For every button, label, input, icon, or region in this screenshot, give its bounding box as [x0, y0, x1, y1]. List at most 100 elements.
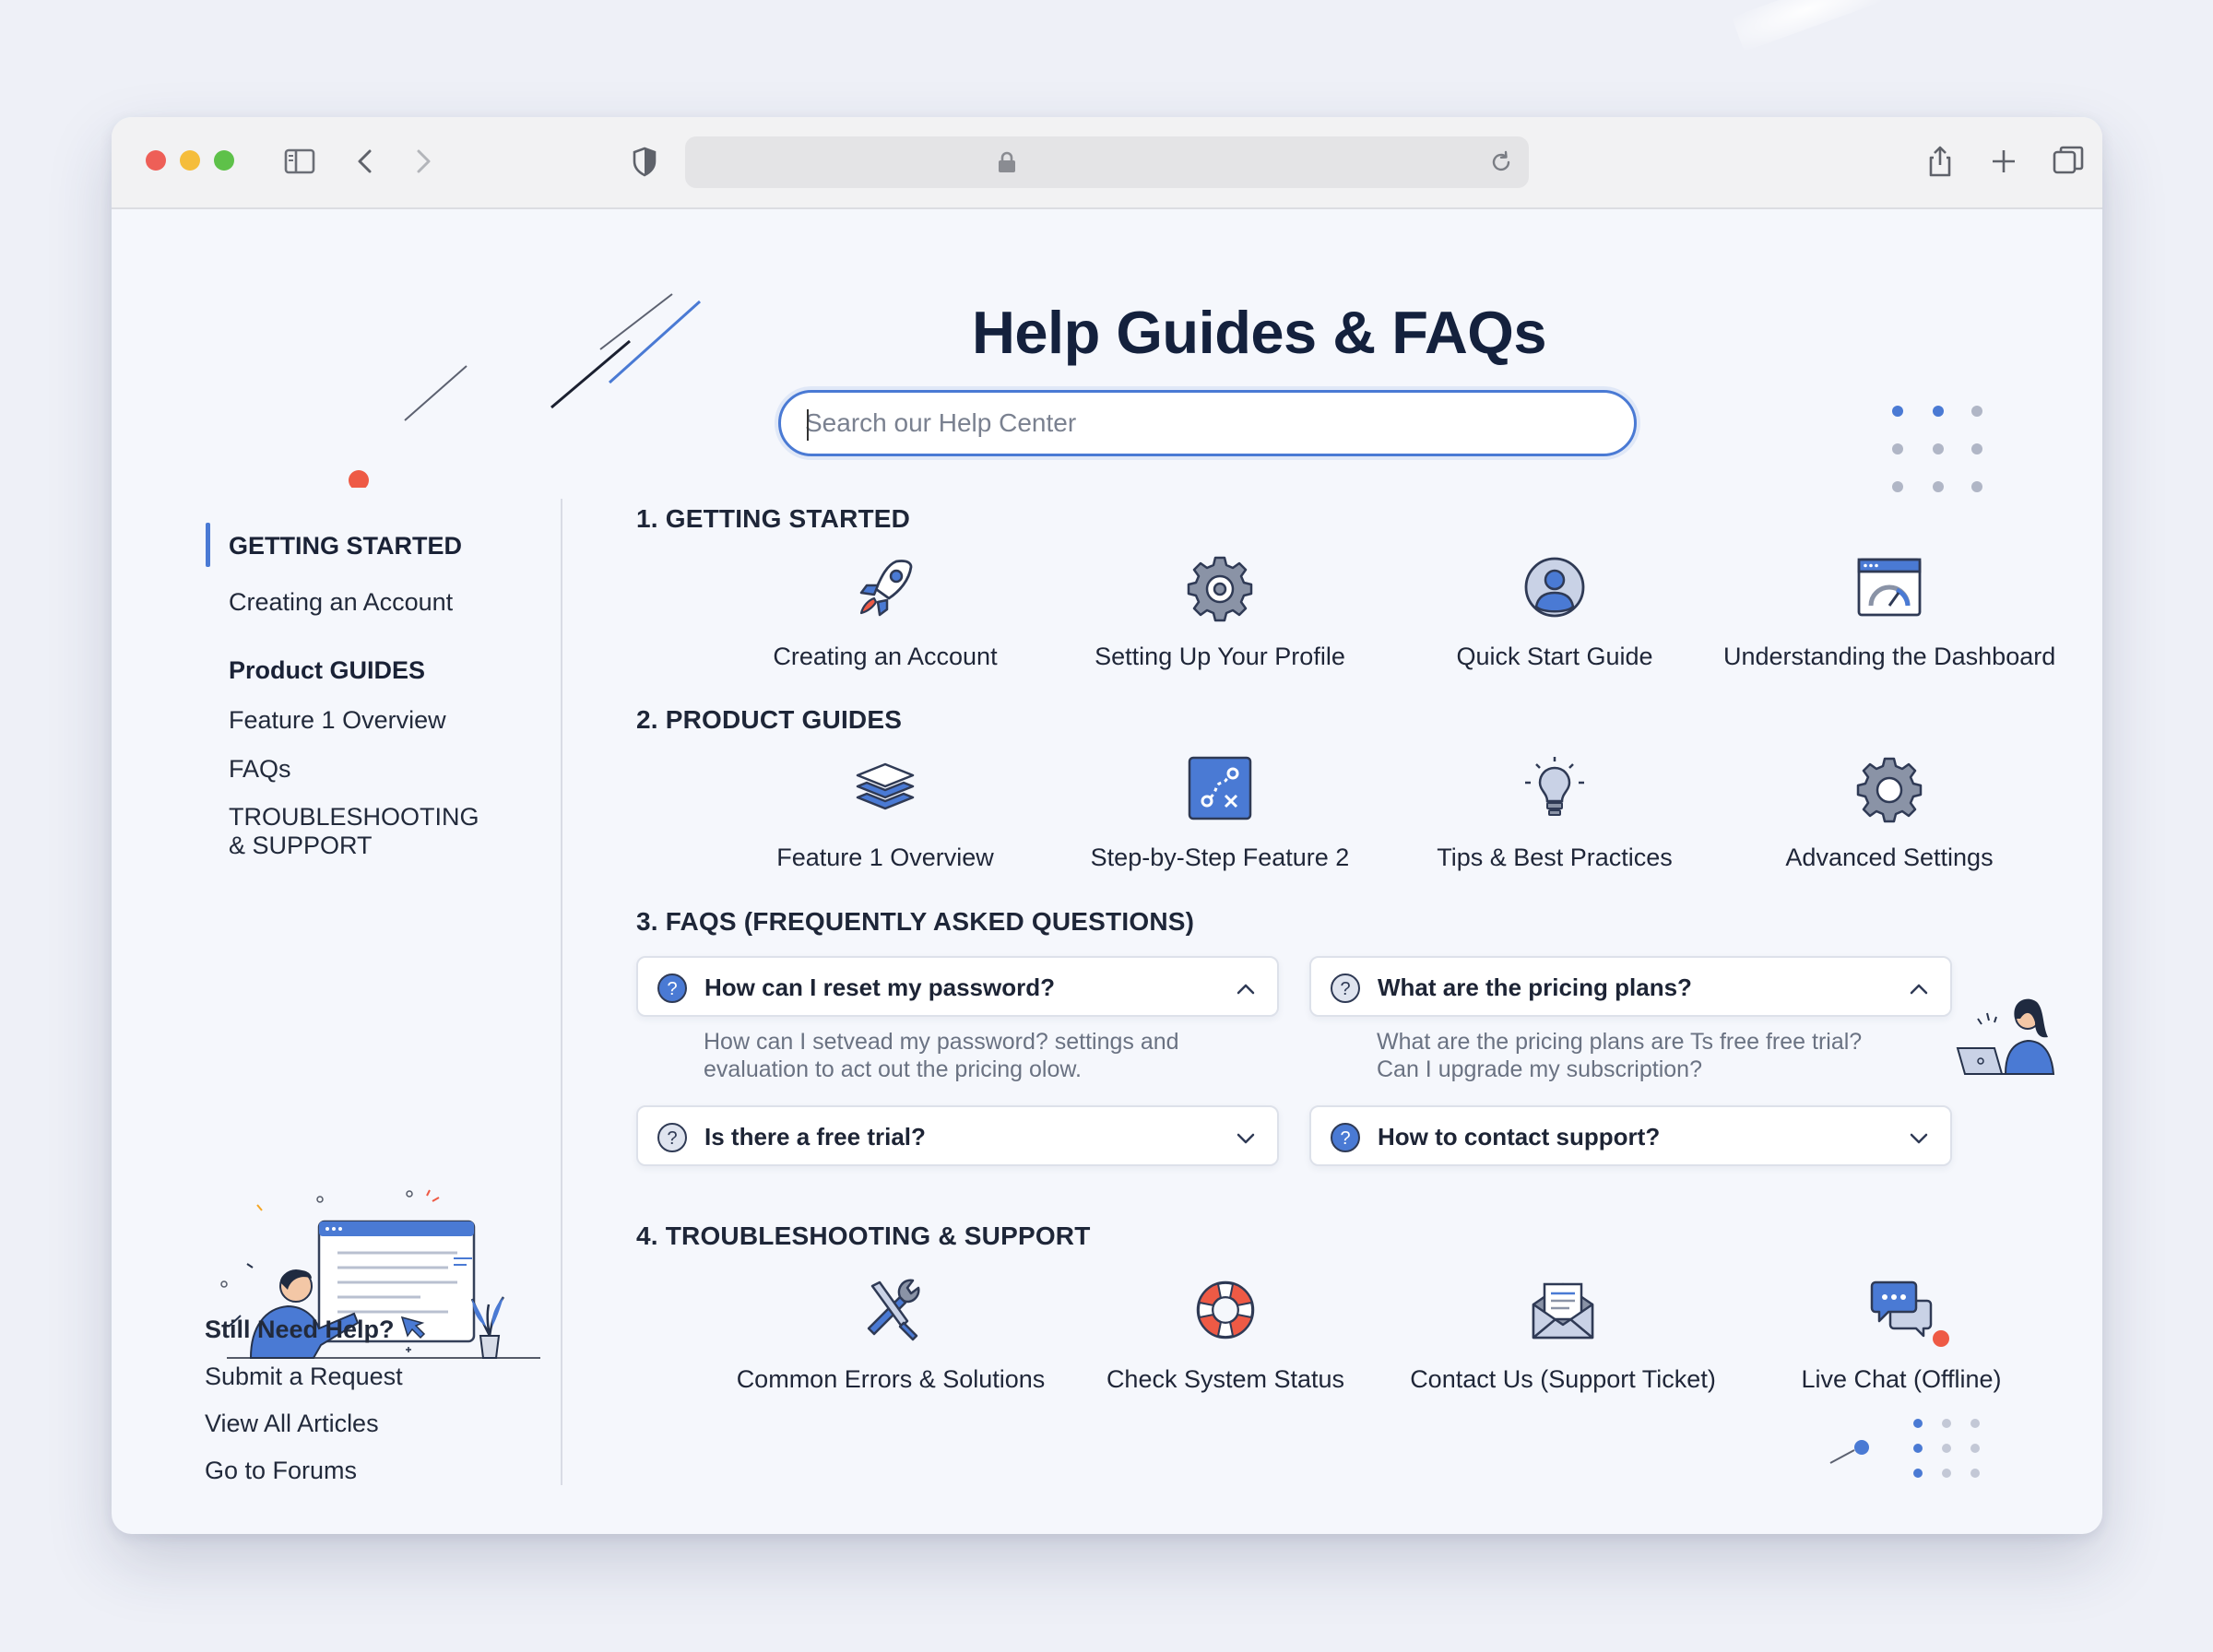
- gear-icon: [1856, 757, 1923, 823]
- faq-answer-pricing-plans: What are the pricing plans are Ts free f…: [1377, 1028, 1948, 1083]
- chevron-up-icon[interactable]: [1908, 978, 1930, 1000]
- decorative-dots-bottom: [1829, 1330, 1980, 1478]
- faq-answer-line: How can I setvead my password? settings …: [704, 1029, 1179, 1055]
- section-title-faqs: 3. FAQS (FREQUENTLY ASKED QUESTIONS): [636, 907, 1195, 936]
- faq-question: Is there a free trial?: [704, 1123, 926, 1150]
- chevron-up-icon[interactable]: [1235, 978, 1257, 1000]
- sidebar-item-product-guides[interactable]: Product GUIDES: [229, 656, 425, 685]
- faq-reset-password[interactable]: ? How can I reset my password?: [636, 956, 1279, 1017]
- sidebar-icon[interactable]: [281, 143, 318, 180]
- card-label: Check System Status: [1106, 1365, 1345, 1393]
- browser-toolbar: [112, 117, 2102, 209]
- card-creating-account[interactable]: Creating an Account: [719, 552, 1051, 671]
- go-to-forums-link[interactable]: Go to Forums: [205, 1457, 357, 1485]
- card-understanding-dashboard[interactable]: Understanding the Dashboard: [1723, 552, 2055, 671]
- faq-answer-line: Can I upgrade my subscription?: [1377, 1056, 1702, 1082]
- browser-window: Help Guides & FAQs GETTING STARTED Creat…: [112, 117, 2102, 1534]
- sidebar-item-support[interactable]: & SUPPORT: [229, 832, 373, 860]
- faq-answer-reset-password: How can I setvead my password? settings …: [704, 1028, 1257, 1083]
- card-label: Quick Start Guide: [1456, 643, 1653, 670]
- card-label: Common Errors & Solutions: [736, 1365, 1046, 1393]
- card-label: Step-by-Step Feature 2: [1090, 844, 1350, 871]
- svg-text:?: ?: [667, 1128, 677, 1149]
- card-label: Setting Up Your Profile: [1095, 643, 1345, 670]
- svg-text:?: ?: [1340, 979, 1350, 999]
- chevron-down-icon[interactable]: [1908, 1127, 1930, 1150]
- zoom-window-button[interactable]: [214, 150, 234, 171]
- close-window-button[interactable]: [146, 150, 166, 171]
- card-label: Creating an Account: [773, 643, 998, 670]
- card-contact-us[interactable]: Contact Us (Support Ticket): [1397, 1275, 1729, 1394]
- faq-answer-line: evaluation to act out the pricing olow.: [704, 1056, 1082, 1082]
- tools-icon: [867, 1279, 920, 1341]
- sidebar-item-getting-started[interactable]: GETTING STARTED: [229, 532, 462, 560]
- search-box[interactable]: [778, 390, 1637, 456]
- card-label: Tips & Best Practices: [1437, 844, 1673, 871]
- background-glare: [1731, 0, 1884, 53]
- text-cursor: [807, 409, 809, 441]
- person-presenting-illustration: [220, 1189, 540, 1359]
- decorative-dot-grid: [1892, 406, 1982, 492]
- faq-question: How to contact support?: [1378, 1123, 1661, 1150]
- lifebuoy-icon: [1196, 1280, 1255, 1339]
- sidebar-divider: [561, 499, 562, 1485]
- card-label: Feature 1 Overview: [776, 844, 994, 871]
- submit-request-link[interactable]: Submit a Request: [205, 1363, 403, 1391]
- path-steps-icon: [1188, 756, 1252, 820]
- card-common-errors[interactable]: Common Errors & Solutions: [725, 1275, 1057, 1394]
- sidebar-item-faqs[interactable]: FAQs: [229, 755, 291, 784]
- sidebar-item-troubleshooting[interactable]: TROUBLESHOOTING: [229, 803, 479, 832]
- card-quick-start-guide[interactable]: Quick Start Guide: [1389, 552, 1721, 671]
- card-tips-best-practices[interactable]: Tips & Best Practices: [1389, 753, 1721, 872]
- address-bar[interactable]: [685, 136, 1529, 188]
- lock-icon: [999, 151, 1015, 172]
- card-label: Contact Us (Support Ticket): [1410, 1365, 1716, 1393]
- page-content: Help Guides & FAQs GETTING STARTED Creat…: [112, 211, 2102, 1534]
- user-icon: [1524, 557, 1585, 618]
- svg-text:?: ?: [667, 979, 677, 999]
- new-tab-icon[interactable]: [1985, 143, 2022, 180]
- layers-icon: [856, 762, 915, 810]
- search-input[interactable]: [805, 404, 1598, 442]
- lightbulb-icon: [1525, 757, 1584, 816]
- faq-free-trial[interactable]: ? Is there a free trial?: [636, 1105, 1279, 1166]
- view-all-articles-link[interactable]: View All Articles: [205, 1410, 379, 1438]
- card-feature-1-overview[interactable]: Feature 1 Overview: [719, 753, 1051, 872]
- section-title-getting-started: 1. GETTING STARTED: [636, 504, 911, 533]
- card-label: Advanced Settings: [1785, 844, 1994, 871]
- gear-icon: [1187, 556, 1253, 622]
- question-icon: ?: [657, 974, 687, 1003]
- section-title-troubleshooting: 4. TROUBLESHOOTING & SUPPORT: [636, 1221, 1091, 1250]
- faq-contact-support[interactable]: ? How to contact support?: [1309, 1105, 1952, 1166]
- card-check-system-status[interactable]: Check System Status: [1059, 1275, 1391, 1394]
- minimize-window-button[interactable]: [180, 150, 200, 171]
- question-icon: ?: [657, 1123, 687, 1152]
- card-step-by-step-feature-2[interactable]: Step-by-Step Feature 2: [1054, 753, 1386, 872]
- sidebar-item-feature-1-overview[interactable]: Feature 1 Overview: [229, 706, 446, 735]
- privacy-shield-icon[interactable]: [626, 143, 663, 180]
- card-advanced-settings[interactable]: Advanced Settings: [1723, 753, 2055, 872]
- tabs-overview-icon[interactable]: [2050, 143, 2087, 180]
- dashboard-icon: [1857, 558, 1922, 617]
- chevron-down-icon[interactable]: [1235, 1127, 1257, 1150]
- faq-answer-line: What are the pricing plans are Ts free f…: [1377, 1029, 1863, 1055]
- question-icon: ?: [1331, 1123, 1360, 1152]
- card-setting-up-profile[interactable]: Setting Up Your Profile: [1054, 552, 1386, 671]
- share-icon[interactable]: [1922, 143, 1959, 180]
- faq-pricing-plans[interactable]: ? What are the pricing plans?: [1309, 956, 1952, 1017]
- svg-text:?: ?: [1340, 1128, 1350, 1149]
- sidebar-item-creating-account[interactable]: Creating an Account: [229, 588, 453, 617]
- faq-question: What are the pricing plans?: [1378, 974, 1692, 1001]
- reload-icon[interactable]: [1488, 149, 1514, 175]
- section-title-product-guides: 2. PRODUCT GUIDES: [636, 705, 903, 734]
- card-label: Understanding the Dashboard: [1723, 643, 2056, 670]
- woman-laptop-illustration: [1956, 998, 2055, 1075]
- help-heading: Still Need Help?: [205, 1316, 395, 1343]
- envelope-icon: [1532, 1282, 1594, 1339]
- back-icon[interactable]: [348, 143, 385, 180]
- forward-icon[interactable]: [405, 143, 442, 180]
- faq-question: How can I reset my password?: [704, 974, 1056, 1001]
- rocket-icon: [859, 560, 913, 617]
- active-indicator: [206, 523, 210, 567]
- question-icon: ?: [1331, 974, 1360, 1003]
